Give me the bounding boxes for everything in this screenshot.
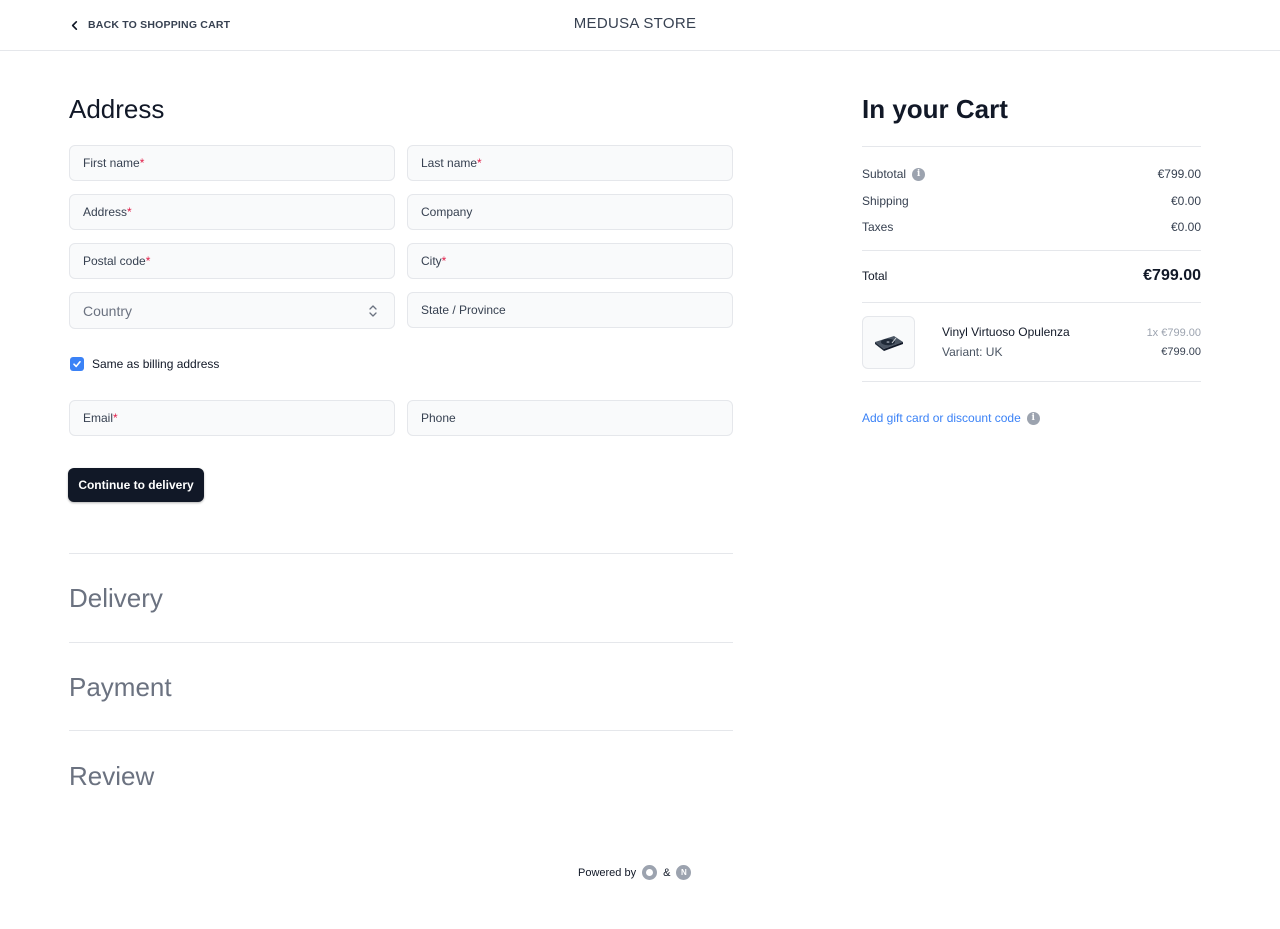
- add-gift-card-link[interactable]: Add gift card or discount code i: [862, 411, 1040, 425]
- required-marker: *: [127, 205, 132, 219]
- review-step-title: Review: [69, 761, 155, 791]
- checkout-main: Address First name * Last name * Address * …: [0, 51, 1280, 929]
- divider: [69, 642, 733, 643]
- required-marker: *: [145, 254, 151, 268]
- divider: [69, 553, 733, 554]
- email-label: Email: [83, 411, 114, 425]
- first-name-label: First name: [83, 156, 140, 170]
- product-quantity-price: 1x €799.00: [1146, 327, 1201, 339]
- required-marker: *: [477, 156, 482, 170]
- subtotal-row: Subtotal i €799.00: [862, 167, 1201, 181]
- country-select[interactable]: Country: [69, 292, 395, 329]
- divider: [862, 381, 1201, 382]
- address-field[interactable]: Address *: [69, 194, 395, 230]
- city-label: City: [421, 254, 442, 268]
- same-as-billing-checkbox[interactable]: [70, 357, 84, 371]
- nextjs-logo-icon[interactable]: N: [676, 865, 692, 880]
- product-name[interactable]: Vinyl Virtuoso Opulenza: [942, 325, 1070, 339]
- subtotal-value: €799.00: [1157, 167, 1201, 181]
- company-field[interactable]: Company: [407, 194, 733, 230]
- store-title[interactable]: MEDUSA STORE: [0, 15, 1270, 32]
- total-value: €799.00: [1143, 267, 1201, 284]
- postal-code-label: Postal code: [83, 254, 146, 268]
- total-label: Total: [862, 269, 888, 283]
- divider: [862, 146, 1201, 147]
- divider: [862, 250, 1201, 251]
- ampersand: &: [663, 866, 671, 879]
- taxes-value: €0.00: [1170, 220, 1201, 234]
- country-placeholder: Country: [83, 302, 133, 319]
- subtotal-label: Subtotal: [862, 167, 907, 181]
- delivery-step-title: Delivery: [69, 583, 163, 613]
- shipping-value: €0.00: [1170, 194, 1201, 208]
- continue-to-delivery-button[interactable]: Continue to delivery: [68, 468, 204, 502]
- state-province-label: State / Province: [421, 303, 506, 317]
- state-province-field[interactable]: State / Province: [407, 292, 733, 328]
- info-icon[interactable]: i: [912, 167, 926, 181]
- same-as-billing-label: Same as billing address: [92, 357, 220, 371]
- required-marker: *: [113, 411, 118, 425]
- checkmark-icon: [73, 361, 81, 368]
- city-field[interactable]: City *: [407, 243, 733, 279]
- shipping-label: Shipping: [862, 194, 909, 208]
- product-variant: Variant: UK: [942, 345, 1003, 359]
- phone-label: Phone: [421, 411, 456, 425]
- product-price: €799.00: [1161, 346, 1201, 358]
- divider: [862, 302, 1201, 303]
- header: BACK TO SHOPPING CART MEDUSA STORE: [0, 0, 1280, 51]
- shipping-row: Shipping €0.00: [862, 194, 1201, 208]
- powered-by: Powered by & N: [578, 865, 692, 880]
- email-field[interactable]: Email *: [69, 400, 395, 436]
- taxes-row: Taxes €0.00: [862, 220, 1201, 234]
- address-title: Address: [69, 94, 165, 124]
- product-thumbnail[interactable]: [862, 316, 915, 369]
- add-gift-card-label: Add gift card or discount code: [862, 411, 1021, 425]
- total-row: Total €799.00: [862, 267, 1201, 285]
- postal-code-field[interactable]: Postal code *: [69, 243, 395, 279]
- company-label: Company: [421, 205, 473, 219]
- first-name-field[interactable]: First name *: [69, 145, 395, 181]
- divider: [69, 730, 733, 731]
- powered-by-label: Powered by: [578, 866, 637, 879]
- required-marker: *: [139, 156, 145, 170]
- taxes-label: Taxes: [862, 220, 894, 234]
- payment-step-title: Payment: [69, 672, 172, 702]
- cart-title: In your Cart: [862, 94, 1008, 124]
- required-marker: *: [441, 254, 447, 268]
- address-label: Address: [83, 205, 128, 219]
- chevron-up-down-icon: [369, 305, 377, 317]
- info-icon[interactable]: i: [1026, 411, 1040, 425]
- turntable-icon: [874, 335, 903, 351]
- medusa-logo-icon[interactable]: [642, 865, 658, 880]
- same-as-billing-row[interactable]: Same as billing address: [70, 357, 219, 371]
- last-name-field[interactable]: Last name *: [407, 145, 733, 181]
- phone-field[interactable]: Phone: [407, 400, 733, 436]
- last-name-label: Last name: [421, 156, 478, 170]
